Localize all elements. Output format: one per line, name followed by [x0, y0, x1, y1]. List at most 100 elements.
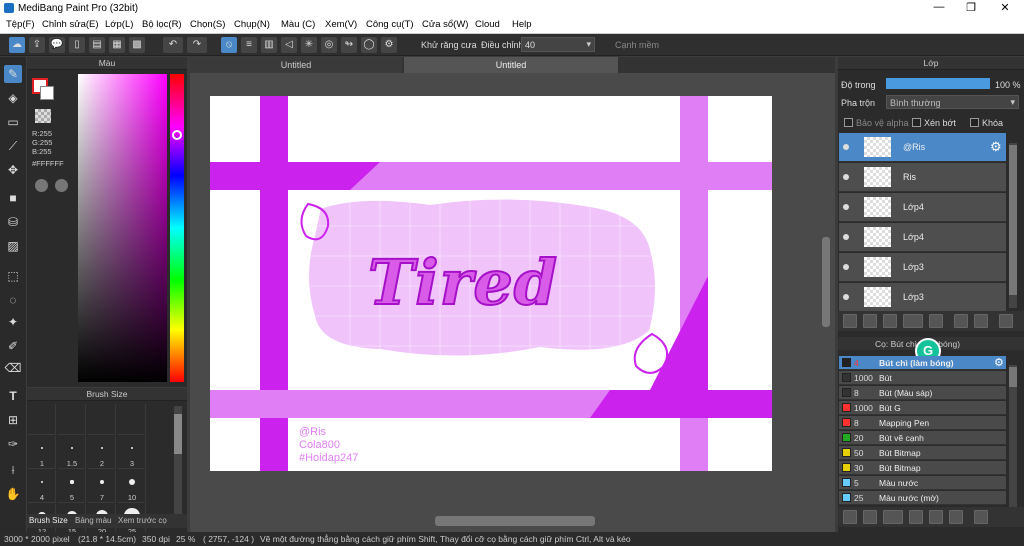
brush-size-cell[interactable]: 1.5: [58, 436, 86, 469]
tab-brush-preview[interactable]: Xem trước cọ: [118, 516, 167, 525]
chat-icon[interactable]: 💬: [49, 37, 65, 53]
eye-icon[interactable]: [843, 264, 849, 270]
brush-size-cell[interactable]: [88, 404, 116, 435]
brush-row[interactable]: 5 Màu nước: [839, 476, 1006, 490]
tab-palette[interactable]: Bảng màu: [75, 516, 111, 525]
menu-file[interactable]: Tệp(F): [6, 19, 35, 30]
gear-icon[interactable]: ⚙: [994, 356, 1004, 369]
menu-capture[interactable]: Chụp(N): [234, 19, 270, 30]
tab-brush-size[interactable]: Brush Size: [29, 516, 68, 525]
minimize-button[interactable]: —: [924, 1, 954, 13]
bucket-tool-icon[interactable]: ⛁: [4, 213, 22, 231]
brush-size-cell[interactable]: 10: [118, 470, 146, 503]
pipette-icon[interactable]: ⟊: [4, 461, 22, 479]
brush-size-cell[interactable]: 7: [88, 470, 116, 503]
radial-snap-icon[interactable]: ◁: [281, 37, 297, 53]
text-tool-icon[interactable]: T: [4, 387, 22, 405]
new-layer-icon[interactable]: [843, 314, 857, 328]
lock-checkbox[interactable]: [970, 118, 979, 127]
fill-rect-tool-icon[interactable]: ■: [4, 189, 22, 207]
select-rect-icon[interactable]: ⬚: [4, 267, 22, 285]
vertical-scrollbar[interactable]: [822, 237, 830, 327]
hue-handle[interactable]: [172, 130, 182, 140]
new-layer-8bit-icon[interactable]: [863, 314, 877, 328]
eye-icon[interactable]: [843, 144, 849, 150]
document-canvas[interactable]: Tired @Ris Cola800 #Hoidap247: [210, 96, 772, 471]
protect-alpha-checkbox[interactable]: [844, 118, 853, 127]
hue-slider[interactable]: [170, 74, 184, 382]
duplicate-brush-icon[interactable]: [949, 510, 963, 524]
brush-row[interactable]: 50 Bút Bitmap: [839, 446, 1006, 460]
gradient-tool-icon[interactable]: ▨: [4, 237, 22, 255]
parallel-snap-icon[interactable]: ≡: [241, 37, 257, 53]
saturation-value-square[interactable]: [78, 74, 167, 382]
new-brush-icon[interactable]: [863, 510, 877, 524]
eyedropper-icon[interactable]: ✑: [4, 435, 22, 453]
ellipse-snap-icon[interactable]: ◯: [361, 37, 377, 53]
brush-size-scrollbar[interactable]: [174, 406, 182, 514]
layer-row[interactable]: @Ris ⚙: [839, 133, 1006, 162]
brush-size-cell[interactable]: 5: [58, 470, 86, 503]
brush-settings-icon[interactable]: [909, 510, 923, 524]
brush-scrollbar[interactable]: [1009, 365, 1017, 507]
star-snap-icon[interactable]: ✳: [301, 37, 317, 53]
brush-row[interactable]: 30 Bút Bitmap: [839, 461, 1006, 475]
brush-row[interactable]: 25 Màu nước (mờ): [839, 491, 1006, 505]
menu-select[interactable]: Chọn(S): [190, 19, 225, 30]
undo-icon[interactable]: ↶: [163, 37, 183, 53]
brush-row[interactable]: 20 Bút vẽ cạnh: [839, 431, 1006, 445]
trash-icon[interactable]: [999, 314, 1013, 328]
eye-icon[interactable]: [843, 204, 849, 210]
magic-wand-icon[interactable]: ✦: [4, 313, 22, 331]
move-tool-icon[interactable]: ✥: [4, 161, 22, 179]
eye-icon[interactable]: [843, 234, 849, 240]
menu-window[interactable]: Cửa sổ(W): [422, 19, 468, 30]
blend-mode-dropdown[interactable]: Bình thường ▾: [886, 95, 1019, 109]
grid-snap-icon[interactable]: ▥: [261, 37, 277, 53]
merge-layer-icon[interactable]: [974, 314, 988, 328]
horizontal-scrollbar[interactable]: [435, 516, 595, 526]
layer-row[interactable]: Lớp4: [839, 193, 1006, 222]
select-eraser-icon[interactable]: ⌫: [4, 359, 22, 377]
folder-icon[interactable]: [929, 314, 943, 328]
maximize-button[interactable]: ❐: [956, 1, 986, 14]
new-doc-icon[interactable]: ▯: [69, 37, 85, 53]
menu-color[interactable]: Màu (C): [281, 19, 315, 30]
menu-edit[interactable]: Chỉnh sửa(E): [42, 19, 99, 30]
brush-size-cell[interactable]: [58, 404, 86, 435]
grid-icon[interactable]: ▩: [129, 37, 145, 53]
redo-icon[interactable]: ↷: [187, 37, 207, 53]
eye-icon[interactable]: [843, 294, 849, 300]
select-pen-icon[interactable]: ✐: [4, 337, 22, 355]
layer-row[interactable]: Ris: [839, 163, 1006, 192]
tab-document-1[interactable]: Untitled: [190, 57, 402, 73]
brush-row[interactable]: 4 Bút chì (làm bóng) ⚙: [839, 356, 1006, 370]
palette-icon[interactable]: [35, 179, 48, 192]
gear-icon[interactable]: ⚙: [381, 37, 397, 53]
brush-menu-icon[interactable]: [883, 510, 903, 524]
clip-checkbox[interactable]: [912, 118, 921, 127]
brush-size-cell[interactable]: 3: [118, 436, 146, 469]
upload-icon[interactable]: ⇪: [29, 37, 45, 53]
brush-row[interactable]: 8 Bút (Màu sáp): [839, 386, 1006, 400]
menu-filter[interactable]: Bộ lọc(R): [142, 19, 182, 30]
close-window-button[interactable]: ✕: [990, 1, 1020, 14]
brush-size-cell[interactable]: 4: [28, 470, 56, 503]
layer-row[interactable]: Lớp3: [839, 253, 1006, 282]
duplicate-layer-icon[interactable]: [954, 314, 968, 328]
eye-icon[interactable]: [843, 174, 849, 180]
curve-snap-icon[interactable]: ↬: [341, 37, 357, 53]
hand-tool-icon[interactable]: ✋: [4, 485, 22, 503]
doc-icon[interactable]: ▤: [89, 37, 105, 53]
palette-settings-icon[interactable]: [55, 179, 68, 192]
adjust-dropdown[interactable]: 40 ▾: [521, 37, 595, 52]
brush-size-cell[interactable]: 1: [28, 436, 56, 469]
rectangle-tool-icon[interactable]: ▭: [4, 113, 22, 131]
opacity-slider[interactable]: [886, 78, 990, 89]
lasso-icon[interactable]: ◌: [4, 291, 22, 309]
layer-row[interactable]: Lớp3: [839, 283, 1006, 312]
brush-size-cell[interactable]: [28, 404, 56, 435]
background-color-swatch[interactable]: [40, 86, 54, 100]
cloud-icon[interactable]: ☁: [9, 37, 25, 53]
menu-cloud[interactable]: Cloud: [475, 19, 500, 30]
